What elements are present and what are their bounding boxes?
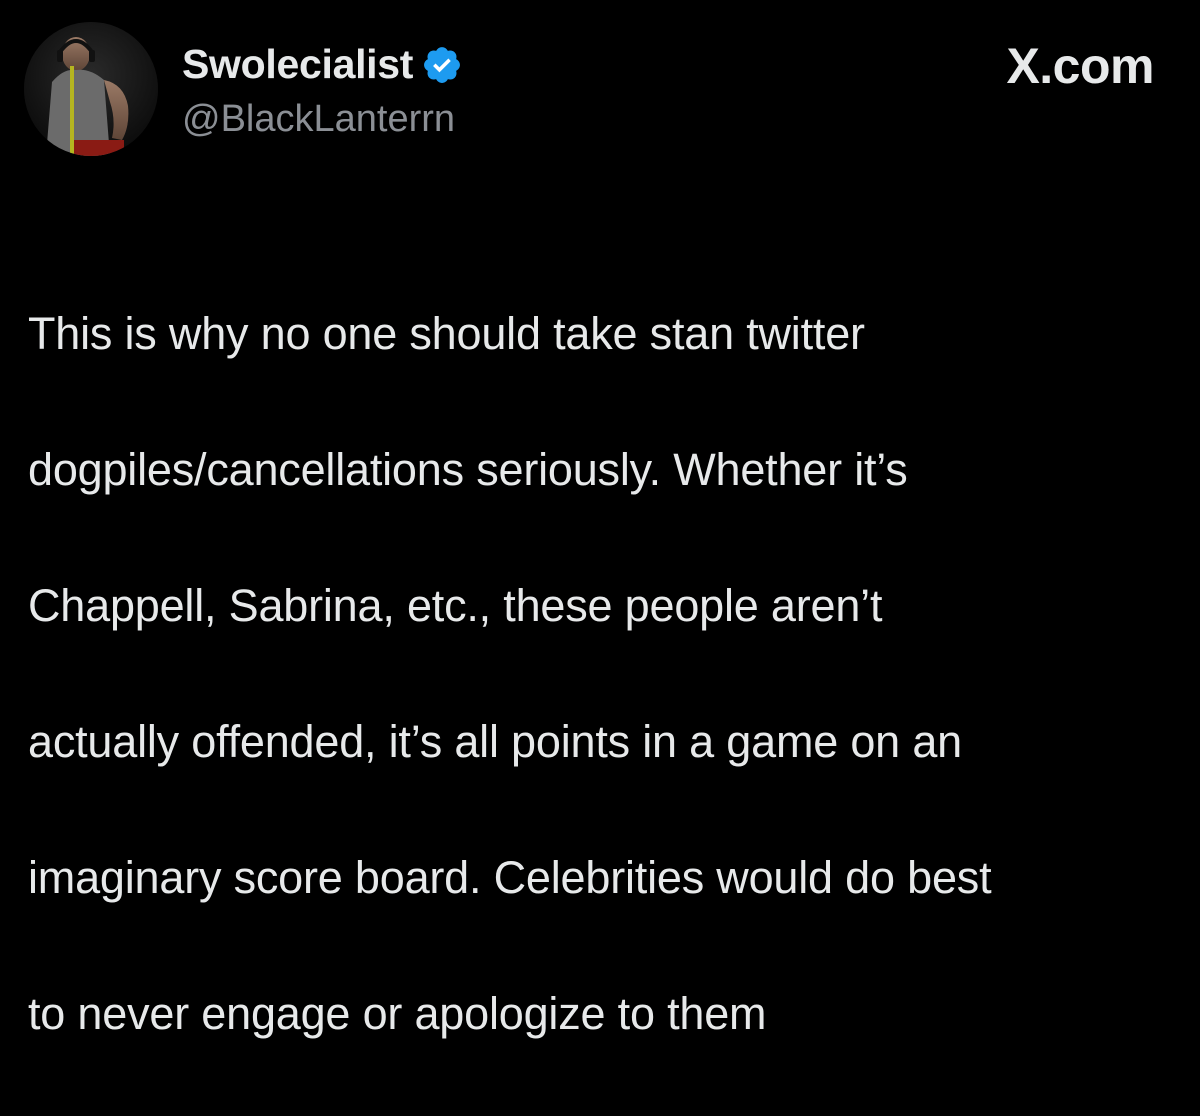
author-name-row: Swolecialist	[182, 40, 463, 88]
x-com-source-label: X.com	[1006, 38, 1154, 94]
tweet-body: This is why no one should take stan twit…	[28, 232, 1178, 1116]
avatar[interactable]	[24, 22, 158, 156]
author-handle[interactable]: @BlackLanterrn	[182, 96, 455, 142]
tweet-line: dogpiles/cancellations seriously. Whethe…	[28, 444, 908, 495]
author-display-name[interactable]: Swolecialist	[182, 40, 413, 88]
tweet-line: Chappell, Sabrina, etc., these people ar…	[28, 580, 883, 631]
tweet-line: to never engage or apologize to them	[28, 988, 767, 1039]
verified-badge-icon	[421, 44, 463, 86]
tweet-line: This is why no one should take stan twit…	[28, 308, 865, 359]
tweet-line: imaginary score board. Celebrities would…	[28, 852, 992, 903]
profile-photo-avatar-icon	[24, 22, 158, 156]
tweet-line: actually offended, it’s all points in a …	[28, 716, 962, 767]
tweet-card: Swolecialist @BlackLanterrn X.com This i…	[0, 0, 1200, 1039]
